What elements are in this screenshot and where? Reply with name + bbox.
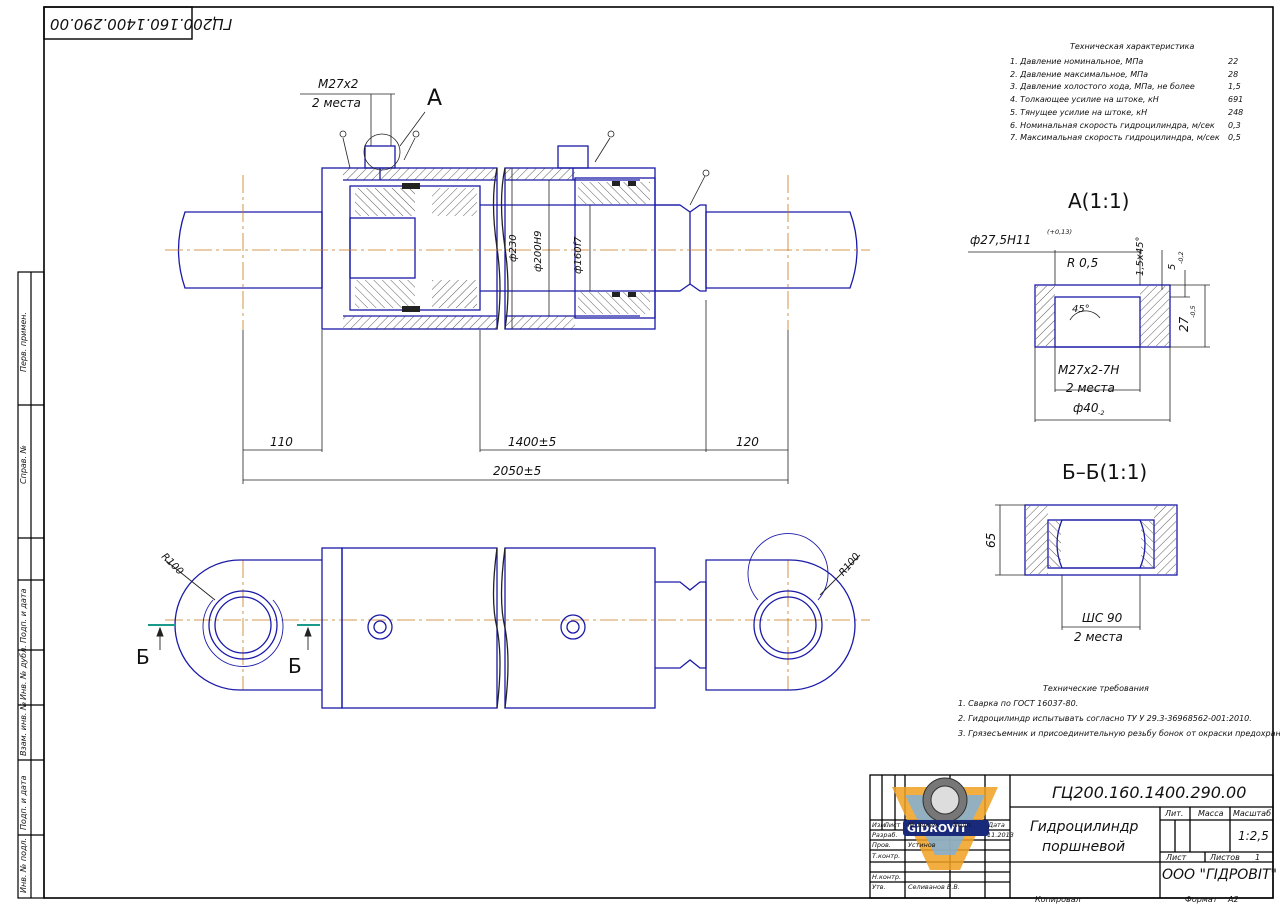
tech-char-row-value: 1,5 — [1228, 82, 1241, 92]
detail-a-d275: ф27,5Н11 — [970, 233, 1032, 247]
detail-a-d40: ф40 — [1073, 401, 1099, 415]
tb-utv-name: Селиванов В.В. — [908, 883, 960, 891]
detail-a-thread: М27х2-7Н — [1058, 363, 1120, 377]
side-label-dubl: Инв. № дубл. — [19, 645, 28, 700]
tb-nkontr: Н.контр. — [872, 873, 902, 881]
sheets-label: Листов — [1210, 853, 1240, 862]
detail-a-dim27-tol: -0,5 — [1189, 305, 1197, 318]
detail-a-r05: R 0,5 — [1067, 256, 1099, 270]
company-name: ООО "ГІДРОВІТ" — [1162, 867, 1278, 883]
side-label-podp2: Подп. и дата — [19, 775, 28, 831]
tech-req-title: Технические требования — [1043, 684, 1149, 693]
scale-label: Масштаб — [1233, 809, 1272, 818]
detail-a-title: А(1:1) — [1068, 189, 1130, 213]
tech-char-row-label: 6. Номинальная скорость гидроцилиндра, м… — [1010, 120, 1215, 130]
detail-b-bearing: ШС 90 — [1082, 611, 1123, 625]
doc-number: ГЦ200.160.1400.290.00 — [1052, 783, 1247, 802]
tech-char-row-value: 28 — [1228, 69, 1239, 79]
sheet-label: Лист — [1166, 853, 1187, 862]
view-a-label: А — [427, 86, 443, 111]
tb-list: Лист — [884, 821, 901, 829]
detail-a-dim27: 27 — [1177, 316, 1191, 332]
detail-a-chamfer: 1,5х45° — [1135, 236, 1146, 276]
dim-d230: ф230 — [508, 234, 519, 262]
detail-b-dim65: 65 — [984, 532, 998, 548]
side-label-vzam: Взам. инв. № — [19, 701, 28, 756]
tb-kopiroval: Копировал — [1035, 895, 1081, 904]
dim-2050: 2050±5 — [493, 464, 542, 478]
tech-char-row-value: 691 — [1228, 95, 1244, 105]
cylinder-top-view — [174, 533, 856, 709]
product-name-1: Гидроцилиндр — [1030, 819, 1139, 835]
tb-date: 11.2013 — [987, 831, 1014, 839]
lit-label: Лит. — [1165, 809, 1184, 818]
top-stamp: ГЦ200.160.1400.290.00 — [50, 15, 233, 33]
detail-a-angle: 45° — [1072, 304, 1090, 315]
dim-d160: ф160f7 — [573, 236, 584, 274]
section-arrows — [156, 554, 861, 650]
detail-b-places: 2 места — [1074, 630, 1123, 644]
section-b-left: Б — [136, 645, 150, 669]
tech-req-row: 2. Гидроцилиндр испытывать согласно ТУ У… — [958, 714, 1252, 723]
tech-char-title: Техническая характеристика — [1070, 42, 1195, 51]
detail-a-dim5-tol: -0,2 — [1177, 251, 1185, 264]
detail-a-hatch — [1036, 286, 1169, 346]
tb-format-value: А2 — [1228, 895, 1239, 904]
tech-char-row-label: 5. Тянущее усилие на штоке, кН — [1010, 107, 1148, 117]
tech-char-row-value: 0,3 — [1228, 120, 1241, 130]
detail-a-dims — [968, 250, 1210, 422]
tech-char-row-label: 1. Давление номинальное, МПа — [1010, 57, 1144, 66]
tech-char-row-value: 0,5 — [1228, 133, 1241, 143]
tech-char-row-value: 248 — [1228, 107, 1244, 117]
tech-char-row-label: 4. Толкающее усилие на штоке, кН — [1010, 95, 1159, 105]
tb-utv: Утв. — [872, 883, 886, 891]
thread-places-label: 2 места — [312, 96, 361, 110]
detail-b-title: Б–Б(1:1) — [1062, 460, 1148, 484]
tech-char-row-label: 2. Давление максимальное, МПа — [1010, 69, 1149, 79]
tech-char-row-label: 3. Давление холостого хода, МПа, не боле… — [1010, 82, 1195, 92]
scale-value: 1:2,5 — [1238, 829, 1269, 843]
detail-a-dim5: 5 — [1167, 263, 1178, 270]
sheets-value: 1 — [1255, 853, 1261, 862]
section-b-right: Б — [288, 654, 302, 678]
side-label-perv: Перв. примен. — [19, 311, 28, 372]
tb-razrab-name: Устинов — [908, 841, 936, 849]
product-name-2: поршневой — [1042, 839, 1126, 855]
thread-label: М27х2 — [318, 77, 359, 91]
dim-d200: ф200Н9 — [533, 230, 544, 272]
detail-a-places: 2 места — [1066, 381, 1115, 395]
tb-data: Дата — [988, 821, 1005, 829]
side-label-sprav: Справ. № — [19, 445, 28, 484]
tech-req-row: 3. Грязесъемник и присоединительную резь… — [958, 729, 1280, 738]
side-label-podl: Инв. № подл. — [19, 837, 28, 893]
tb-tkontr: Т.контр. — [872, 852, 901, 860]
dim-120: 120 — [736, 435, 759, 449]
tb-format: Формат — [1185, 895, 1218, 904]
tb-podp: Подп. — [953, 821, 973, 829]
tb-prov: Пров. — [872, 841, 891, 849]
tech-char-row-value: 22 — [1228, 57, 1239, 66]
dim-110: 110 — [270, 435, 293, 449]
tech-char-row-label: 7. Максимальная скорость гидроцилиндра, … — [1010, 133, 1220, 143]
tb-razrab: Разраб. — [872, 831, 898, 839]
tb-ndoc: № докум. — [908, 821, 941, 829]
detail-a-d40-tol: -2 — [1098, 409, 1105, 417]
dim-1400: 1400±5 — [508, 435, 557, 449]
tech-req-row: 1. Сварка по ГОСТ 16037-80. — [958, 699, 1079, 708]
detail-a-tol: (+0,13) — [1047, 228, 1072, 236]
side-label-podp1: Подп. и дата — [19, 588, 28, 644]
mass-label: Масса — [1198, 809, 1224, 818]
